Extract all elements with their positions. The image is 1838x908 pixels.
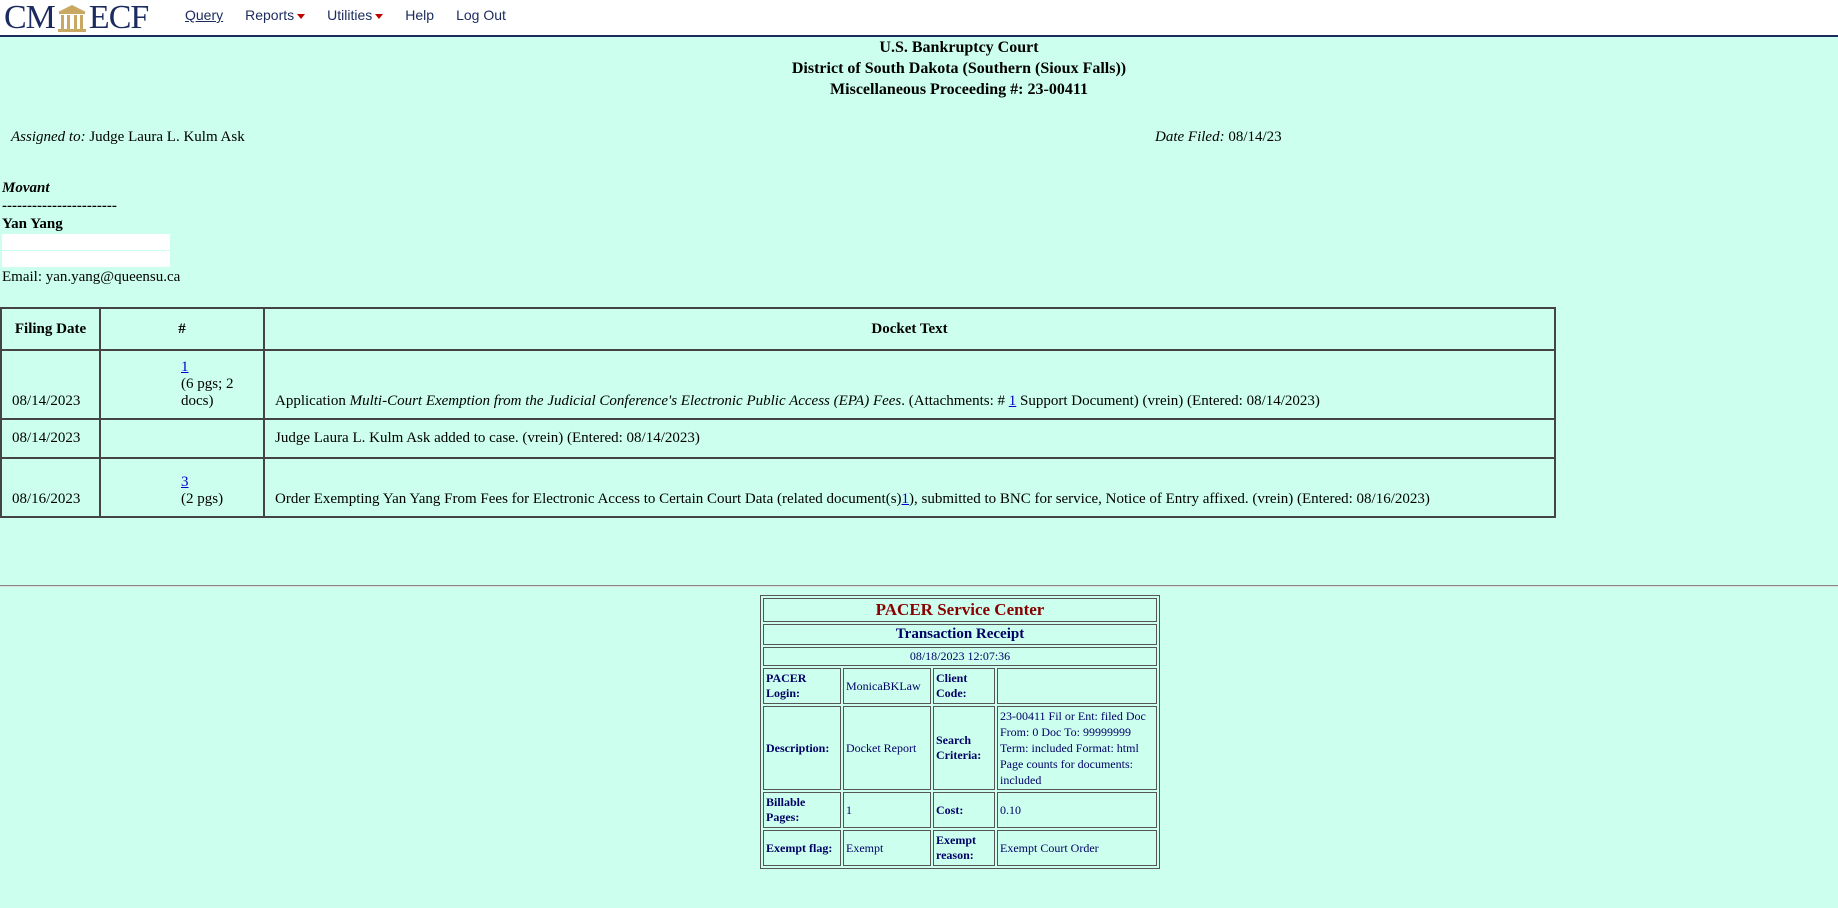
date-filed-value: 08/14/23 — [1228, 129, 1282, 145]
menu-query[interactable]: Query — [185, 7, 223, 23]
client-code-label: Client Code: — [933, 668, 995, 704]
row-text-part: Support Document) (vrein) (Entered: 08/1… — [1016, 393, 1320, 409]
login-value: MonicaBKLaw — [843, 668, 931, 704]
row-pages: (6 pgs; 2 docs) — [181, 376, 234, 409]
exempt-flag-value: Exempt — [843, 830, 931, 866]
receipt-title: PACER Service Center — [763, 598, 1157, 622]
row-text: Judge Laura L. Kulm Ask added to case. (… — [263, 418, 1556, 459]
top-menu-bar: CM ECF Query Reports Utilities Help Log … — [0, 0, 1838, 37]
col-filing-date: Filing Date — [0, 307, 101, 351]
row-date: 08/14/2023 — [0, 418, 101, 459]
dropdown-caret-icon — [375, 13, 384, 19]
exempt-reason-value: Exempt Court Order — [997, 830, 1157, 866]
row-text-part: Order Exempting Yan Yang From Fees for E… — [275, 491, 902, 507]
district-name: District of South Dakota (Southern (Siou… — [791, 60, 1127, 77]
assigned-to: Assigned to: Judge Laura L. Kulm Ask — [11, 129, 245, 146]
row-pages: (2 pgs) — [181, 491, 224, 507]
receipt-subtitle: Transaction Receipt — [763, 624, 1157, 645]
dropdown-caret-icon — [297, 13, 306, 19]
row-text: Application Multi-Court Exemption from t… — [263, 349, 1556, 420]
party-role: Movant — [2, 180, 50, 196]
row-date: 08/16/2023 — [0, 457, 101, 518]
menu-utilities-label: Utilities — [327, 7, 373, 23]
menu-reports[interactable]: Reports — [245, 7, 306, 23]
cmecf-logo[interactable]: CM ECF — [4, 0, 149, 36]
courthouse-icon — [56, 3, 88, 33]
party-block: Movant ----------------------- Yan Yang … — [2, 179, 180, 286]
client-code-value — [997, 668, 1157, 704]
document-link[interactable]: 1 — [181, 359, 189, 375]
assigned-label: Assigned to: — [11, 129, 86, 145]
description-label: Description: — [763, 706, 841, 790]
date-filed: Date Filed: 08/14/23 — [1155, 129, 1282, 146]
exempt-reason-label: Exempt reason: — [933, 830, 995, 866]
table-row: 08/16/2023 3 (2 pgs) Order Exempting Yan… — [0, 457, 1556, 518]
row-number — [99, 418, 265, 459]
divider — [0, 585, 1838, 587]
court-name: U.S. Bankruptcy Court — [879, 39, 1039, 56]
cost-value: 0.10 — [997, 792, 1157, 828]
menu-help[interactable]: Help — [405, 7, 434, 23]
cost-label: Cost: — [933, 792, 995, 828]
table-row: 08/14/2023 1 (6 pgs; 2 docs) Application… — [0, 349, 1556, 420]
docket-table: Filing Date # Docket Text 08/14/2023 1 (… — [0, 307, 1556, 518]
case-number: Miscellaneous Proceeding #: 23-00411 — [830, 81, 1088, 98]
menu-reports-label: Reports — [245, 7, 295, 23]
billable-pages-label: Billable Pages: — [763, 792, 841, 828]
logo-text-left: CM — [4, 0, 56, 36]
docket-header-row: Filing Date # Docket Text — [0, 307, 1556, 351]
logo-text-right: ECF — [88, 0, 149, 36]
party-name: Yan Yang — [2, 216, 63, 232]
row-text: Order Exempting Yan Yang From Fees for E… — [263, 457, 1556, 518]
login-label: PACER Login: — [763, 668, 841, 704]
description-value: Docket Report — [843, 706, 931, 790]
table-row: 08/14/2023 Judge Laura L. Kulm Ask added… — [0, 418, 1556, 459]
search-criteria-label: Search Criteria: — [933, 706, 995, 790]
party-email: Email: yan.yang@queensu.ca — [2, 269, 181, 285]
billable-pages-value: 1 — [843, 792, 931, 828]
row-text-part: . (Attachments: # — [901, 393, 1009, 409]
main-menu: Query Reports Utilities Help Log Out — [185, 7, 506, 23]
search-criteria-value: 23-00411 Fil or Ent: filed Doc From: 0 D… — [997, 706, 1157, 790]
exempt-flag-label: Exempt flag: — [763, 830, 841, 866]
pacer-receipt: PACER Service Center Transaction Receipt… — [760, 595, 1160, 869]
date-filed-label: Date Filed: — [1155, 129, 1225, 145]
row-text-part: Application — [275, 393, 350, 409]
col-docket-text: Docket Text — [263, 307, 1556, 351]
document-link[interactable]: 3 — [181, 474, 189, 490]
menu-logout[interactable]: Log Out — [456, 7, 506, 23]
receipt-timestamp: 08/18/2023 12:07:36 — [763, 647, 1157, 666]
case-header: U.S. Bankruptcy Court District of South … — [0, 37, 1838, 100]
related-document-link[interactable]: 1 — [902, 491, 910, 507]
row-date: 08/14/2023 — [0, 349, 101, 420]
row-text-part: ), submitted to BNC for service, Notice … — [909, 491, 1430, 507]
redacted-address-line — [2, 251, 170, 267]
assigned-value: Judge Laura L. Kulm Ask — [89, 129, 245, 145]
party-divider: ----------------------- — [2, 198, 117, 214]
row-text-italic: Multi-Court Exemption from the Judicial … — [349, 393, 902, 409]
redacted-address-line — [2, 234, 170, 250]
col-number: # — [99, 307, 265, 351]
menu-query-label: Query — [185, 7, 224, 23]
menu-utilities[interactable]: Utilities — [327, 7, 384, 23]
